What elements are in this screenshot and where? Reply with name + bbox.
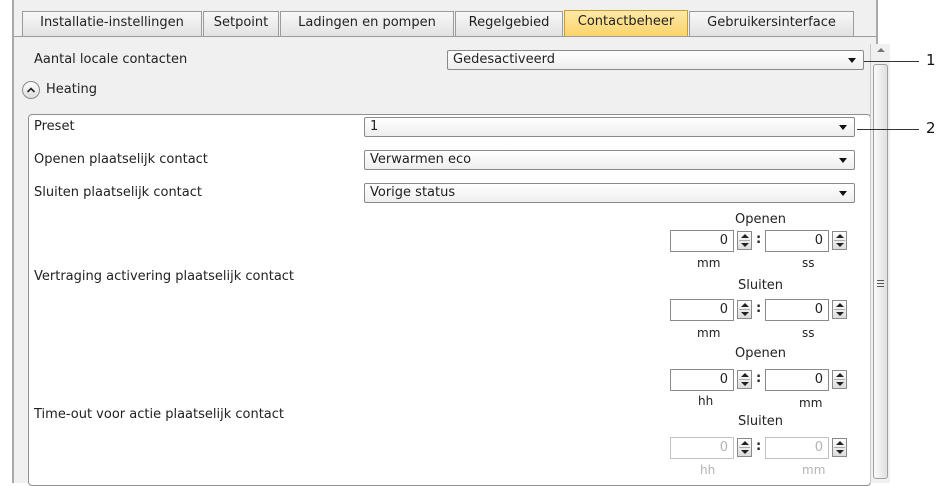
arrow-up-icon	[741, 234, 749, 238]
local-contacts-value: Gedesactiveerd	[453, 52, 555, 67]
timeout-close-unit-a: hh	[700, 463, 716, 477]
timeout-open-mm-stepper[interactable]	[832, 370, 847, 389]
timeout-close-hh-stepper	[737, 438, 752, 457]
arrow-up-icon	[836, 303, 844, 307]
delay-open-ss-stepper[interactable]	[832, 231, 847, 250]
callout-line-2	[857, 129, 919, 130]
arrow-down-icon	[741, 243, 749, 247]
arrow-up-icon	[741, 303, 749, 307]
delay-close-ss-stepper[interactable]	[832, 300, 847, 319]
open-contact-label: Openen plaatselijk contact	[34, 152, 208, 167]
close-contact-value: Vorige status	[370, 185, 456, 200]
preset-dropdown[interactable]: 1	[364, 117, 855, 137]
time-separator: :	[756, 301, 762, 316]
timeout-close-title: Sluiten	[738, 414, 784, 429]
preset-value: 1	[370, 119, 379, 134]
tab-divider	[14, 36, 876, 37]
tab-gebruikersinterface[interactable]: Gebruikersinterface	[689, 11, 854, 36]
open-contact-value: Verwarmen eco	[370, 152, 472, 167]
timeout-open-hh-stepper[interactable]	[737, 370, 752, 389]
tab-contactbeheer[interactable]: Contactbeheer	[564, 10, 688, 36]
timeout-open-mm-input[interactable]: 0	[765, 369, 829, 391]
delay-open-title: Openen	[735, 212, 786, 227]
arrow-up-icon	[836, 373, 844, 377]
open-contact-dropdown[interactable]: Verwarmen eco	[364, 150, 855, 170]
delay-open-unit-a: mm	[697, 256, 721, 270]
time-separator: :	[756, 439, 762, 454]
settings-window: Installatie-instellingen Setpoint Lading…	[12, 0, 878, 486]
preset-label: Preset	[34, 119, 75, 134]
timeout-close-mm-input: 0	[765, 437, 829, 459]
arrow-down-icon	[836, 312, 844, 316]
timeout-open-hh-input[interactable]: 0	[670, 369, 734, 391]
tab-setpoint[interactable]: Setpoint	[203, 11, 279, 36]
vertical-scrollbar[interactable]	[870, 44, 890, 483]
delay-close-unit-b: ss	[802, 326, 815, 340]
callout-line-1	[864, 61, 919, 62]
time-separator: :	[756, 371, 762, 386]
arrow-down-icon	[836, 243, 844, 247]
chevron-down-icon	[839, 158, 847, 163]
chevron-up-icon	[26, 87, 36, 93]
close-contact-dropdown[interactable]: Vorige status	[364, 183, 855, 203]
close-contact-label: Sluiten plaatselijk contact	[34, 185, 202, 200]
timeout-open-title: Openen	[735, 346, 786, 361]
scroll-up-button[interactable]	[872, 44, 889, 58]
arrow-up-icon	[741, 441, 749, 445]
delay-close-unit-a: mm	[697, 326, 721, 340]
timeout-open-unit-b: mm	[799, 396, 823, 410]
chevron-down-icon	[848, 58, 856, 63]
callout-2: 2	[926, 119, 936, 137]
timeout-close-mm-stepper	[832, 438, 847, 457]
time-separator: :	[756, 232, 762, 247]
delay-open-mm-input[interactable]: 0	[670, 230, 734, 252]
delay-label: Vertraging activering plaatselijk contac…	[34, 269, 295, 284]
delay-close-ss-input[interactable]: 0	[765, 299, 829, 321]
chevron-down-icon	[839, 125, 847, 130]
delay-open-unit-b: ss	[802, 256, 815, 270]
arrow-down-icon	[741, 450, 749, 454]
arrow-down-icon	[836, 450, 844, 454]
delay-close-mm-input[interactable]: 0	[670, 299, 734, 321]
delay-open-mm-stepper[interactable]	[737, 231, 752, 250]
delay-open-ss-input[interactable]: 0	[765, 230, 829, 252]
section-title: Heating	[46, 82, 97, 97]
tab-regelgebied[interactable]: Regelgebied	[455, 11, 563, 36]
arrow-down-icon	[741, 382, 749, 386]
arrow-down-icon	[836, 382, 844, 386]
tab-installatie-instellingen[interactable]: Installatie-instellingen	[22, 11, 202, 36]
arrow-up-icon	[836, 234, 844, 238]
arrow-down-icon	[741, 312, 749, 316]
tab-ladingen-en-pompen[interactable]: Ladingen en pompen	[280, 11, 454, 36]
arrow-up-icon	[741, 373, 749, 377]
delay-close-title: Sluiten	[738, 278, 784, 293]
local-contacts-dropdown[interactable]: Gedesactiveerd	[447, 50, 864, 70]
chevron-down-icon	[839, 191, 847, 196]
arrow-up-icon	[836, 441, 844, 445]
timeout-label: Time-out voor actie plaatselijk contact	[34, 407, 285, 422]
delay-close-mm-stepper[interactable]	[737, 300, 752, 319]
arrow-up-icon	[877, 48, 885, 52]
grip-icon	[877, 280, 884, 289]
scrollbar-thumb[interactable]	[873, 64, 888, 479]
local-contacts-label: Aantal locale contacten	[34, 52, 188, 67]
callout-1: 1	[926, 51, 936, 69]
timeout-open-unit-a: hh	[698, 394, 714, 408]
timeout-close-unit-b: mm	[802, 463, 826, 477]
timeout-close-hh-input: 0	[670, 437, 734, 459]
collapse-heating-button[interactable]	[22, 81, 40, 99]
